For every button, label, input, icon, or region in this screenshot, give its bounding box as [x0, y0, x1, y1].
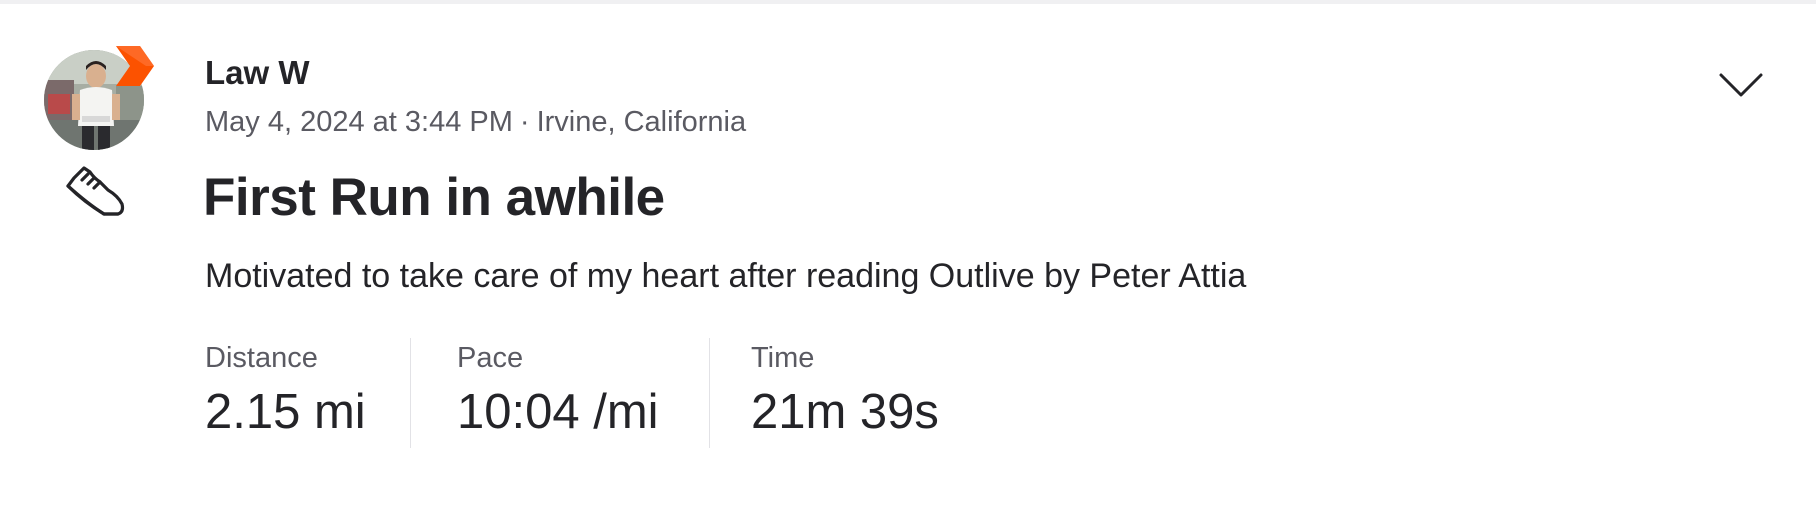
stat-divider — [709, 338, 710, 448]
running-shoe-icon — [66, 166, 125, 216]
activity-meta: May 4, 2024 at 3:44 PM · Irvine, Californi… — [205, 106, 746, 139]
stat-time: Time 21m 39s — [709, 338, 949, 448]
activity-date-time: May 4, 2024 at 3:44 PM — [205, 106, 513, 138]
activity-title[interactable]: First Run in awhile — [203, 167, 665, 228]
stat-value: 21m 39s — [751, 385, 939, 439]
stat-label: Pace — [457, 342, 524, 374]
athlete-avatar-link[interactable] — [44, 44, 156, 154]
chevron-down-icon[interactable] — [1718, 70, 1764, 100]
activity-location: Irvine, California — [536, 106, 747, 138]
activity-description: Motivated to take care of my heart after… — [205, 257, 1247, 295]
stat-label: Time — [751, 342, 815, 374]
strava-subscriber-badge-icon — [116, 46, 154, 86]
stat-value: 2.15 mi — [205, 385, 366, 439]
stat-distance: Distance 2.15 mi — [205, 338, 410, 448]
stat-divider — [410, 338, 411, 448]
athlete-name[interactable]: Law W — [205, 54, 310, 92]
stat-pace: Pace 10:04 /mi — [410, 338, 709, 448]
stat-value: 10:04 /mi — [457, 385, 659, 439]
activity-card: Law W May 4, 2024 at 3:44 PM · Irvine, Cal… — [0, 4, 1816, 518]
activity-stats: Distance 2.15 mi Pace 10:04 /mi Time 21m… — [205, 338, 949, 448]
meta-separator: · — [519, 106, 530, 138]
stat-label: Distance — [205, 342, 318, 374]
